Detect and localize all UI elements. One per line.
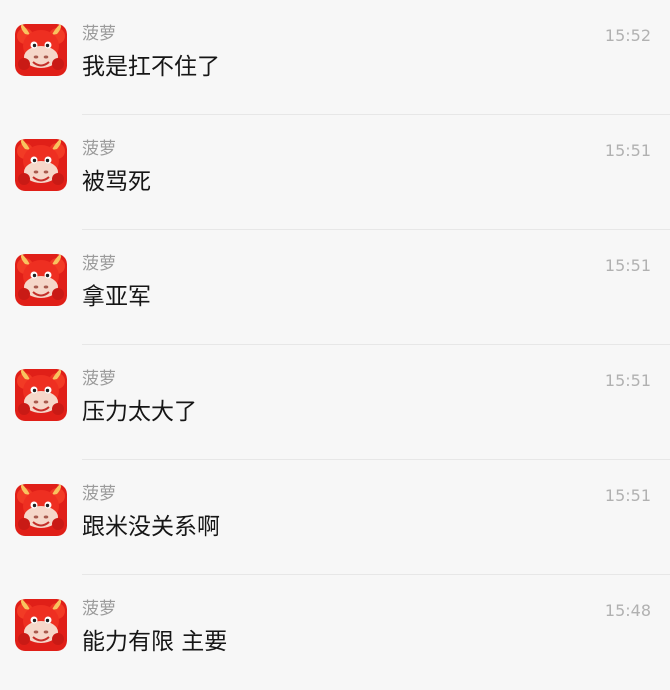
message-row[interactable]: 菠萝 15:51 压力太大了 bbox=[0, 345, 670, 460]
message-row[interactable]: 菠萝 15:52 我是扛不住了 bbox=[0, 0, 670, 115]
message-text: 跟米没关系啊 bbox=[82, 514, 220, 540]
message-text: 压力太大了 bbox=[82, 399, 197, 425]
sender-name: 菠萝 bbox=[82, 24, 116, 44]
red-cartoon-ox-avatar-icon bbox=[15, 139, 67, 191]
message-time: 15:51 bbox=[604, 141, 651, 160]
sender-name: 菠萝 bbox=[82, 484, 116, 504]
message-time: 15:51 bbox=[604, 256, 651, 275]
message-row[interactable]: 菠萝 15:51 跟米没关系啊 bbox=[0, 460, 670, 575]
red-cartoon-ox-avatar-icon bbox=[15, 369, 67, 421]
message-row[interactable]: 菠萝 15:51 拿亚军 bbox=[0, 230, 670, 345]
sender-name: 菠萝 bbox=[82, 369, 116, 389]
avatar[interactable] bbox=[15, 139, 67, 191]
message-text: 能力有限 主要 bbox=[82, 629, 228, 655]
message-time: 15:51 bbox=[604, 486, 651, 505]
red-cartoon-ox-avatar-icon bbox=[15, 599, 67, 651]
message-row[interactable]: 菠萝 15:48 能力有限 主要 bbox=[0, 575, 670, 690]
message-time: 15:52 bbox=[604, 26, 651, 45]
red-cartoon-ox-avatar-icon bbox=[15, 24, 67, 76]
red-cartoon-ox-avatar-icon bbox=[15, 254, 67, 306]
sender-name: 菠萝 bbox=[82, 599, 116, 619]
message-time: 15:51 bbox=[604, 371, 651, 390]
message-time: 15:48 bbox=[604, 601, 651, 620]
avatar[interactable] bbox=[15, 599, 67, 651]
message-text: 我是扛不住了 bbox=[82, 54, 220, 80]
message-row[interactable]: 菠萝 15:51 被骂死 bbox=[0, 115, 670, 230]
sender-name: 菠萝 bbox=[82, 254, 116, 274]
chat-message-list: 菠萝 15:52 我是扛不住了 菠萝 15:51 被骂死 菠萝 15:51 拿亚… bbox=[0, 0, 670, 661]
red-cartoon-ox-avatar-icon bbox=[15, 484, 67, 536]
avatar[interactable] bbox=[15, 254, 67, 306]
message-text: 拿亚军 bbox=[82, 284, 151, 310]
avatar[interactable] bbox=[15, 484, 67, 536]
avatar[interactable] bbox=[15, 24, 67, 76]
sender-name: 菠萝 bbox=[82, 139, 116, 159]
avatar[interactable] bbox=[15, 369, 67, 421]
message-text: 被骂死 bbox=[82, 169, 151, 195]
